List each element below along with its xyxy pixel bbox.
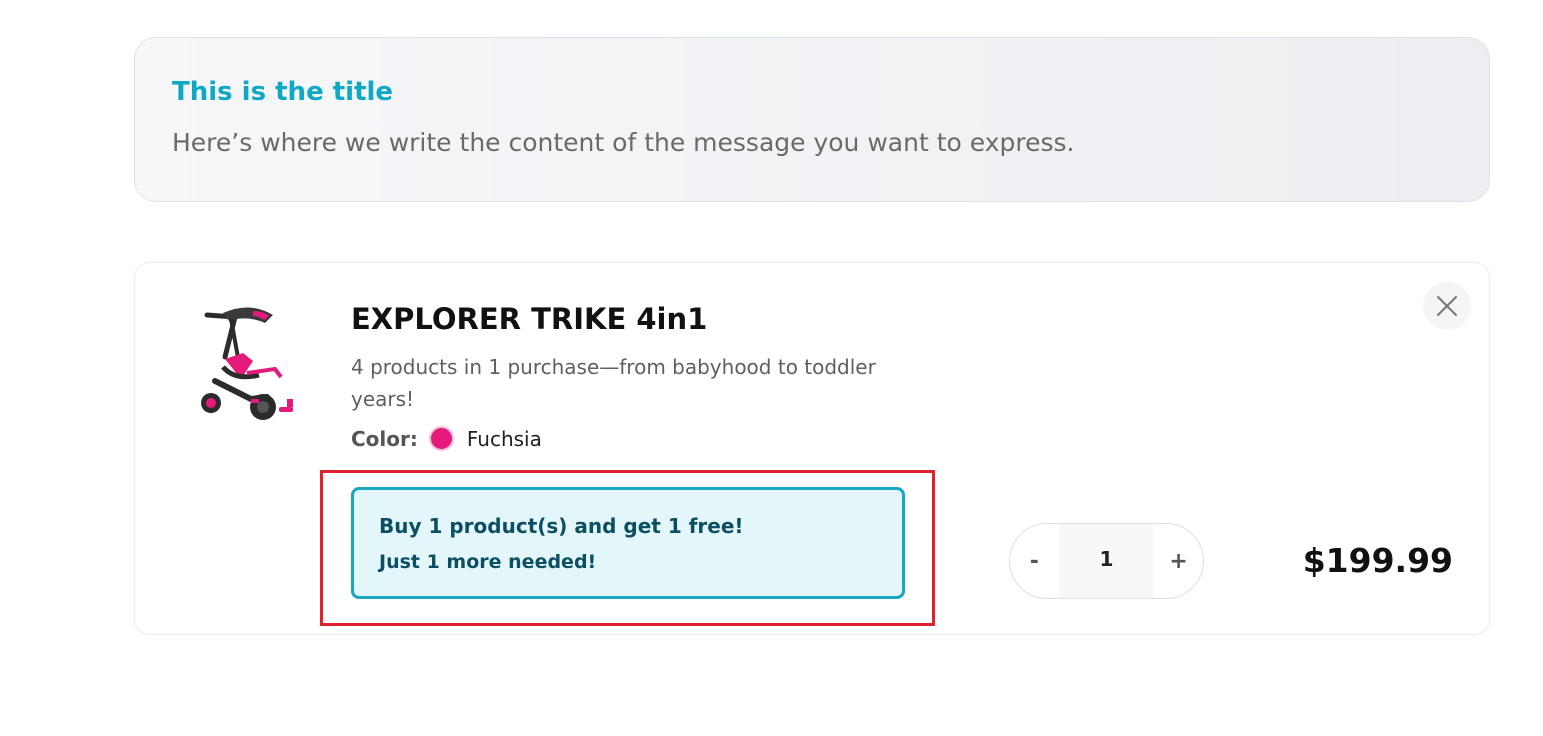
color-label: Color:	[351, 426, 418, 451]
cart-item: EXPLORER TRIKE 4in1 4 products in 1 purc…	[134, 262, 1490, 635]
color-value: Fuchsia	[466, 426, 542, 451]
product-title[interactable]: EXPLORER TRIKE 4in1	[351, 300, 707, 338]
increment-button[interactable]: +	[1154, 524, 1203, 598]
price: $199.99	[1302, 541, 1453, 580]
quantity-stepper: - 1 +	[1009, 523, 1204, 599]
promo-offer-text: Buy 1 product(s) and get 1 free!	[379, 514, 744, 538]
remove-button[interactable]	[1423, 282, 1471, 330]
promo-box: Buy 1 product(s) and get 1 free! Just 1 …	[351, 487, 905, 599]
trike-product-image[interactable]	[195, 303, 305, 435]
message-card: This is the title Here’s where we write …	[134, 37, 1490, 202]
color-row: Color: Fuchsia	[351, 426, 542, 451]
promo-needed-text: Just 1 more needed!	[379, 551, 597, 573]
decrement-button[interactable]: -	[1010, 524, 1059, 598]
close-icon	[1437, 296, 1457, 316]
message-content: Here’s where we write the content of the…	[172, 128, 1075, 157]
quantity-input[interactable]: 1	[1058, 524, 1155, 598]
message-title: This is the title	[172, 77, 394, 107]
product-description: 4 products in 1 purchase—from babyhood t…	[351, 355, 876, 411]
color-swatch	[428, 426, 454, 451]
